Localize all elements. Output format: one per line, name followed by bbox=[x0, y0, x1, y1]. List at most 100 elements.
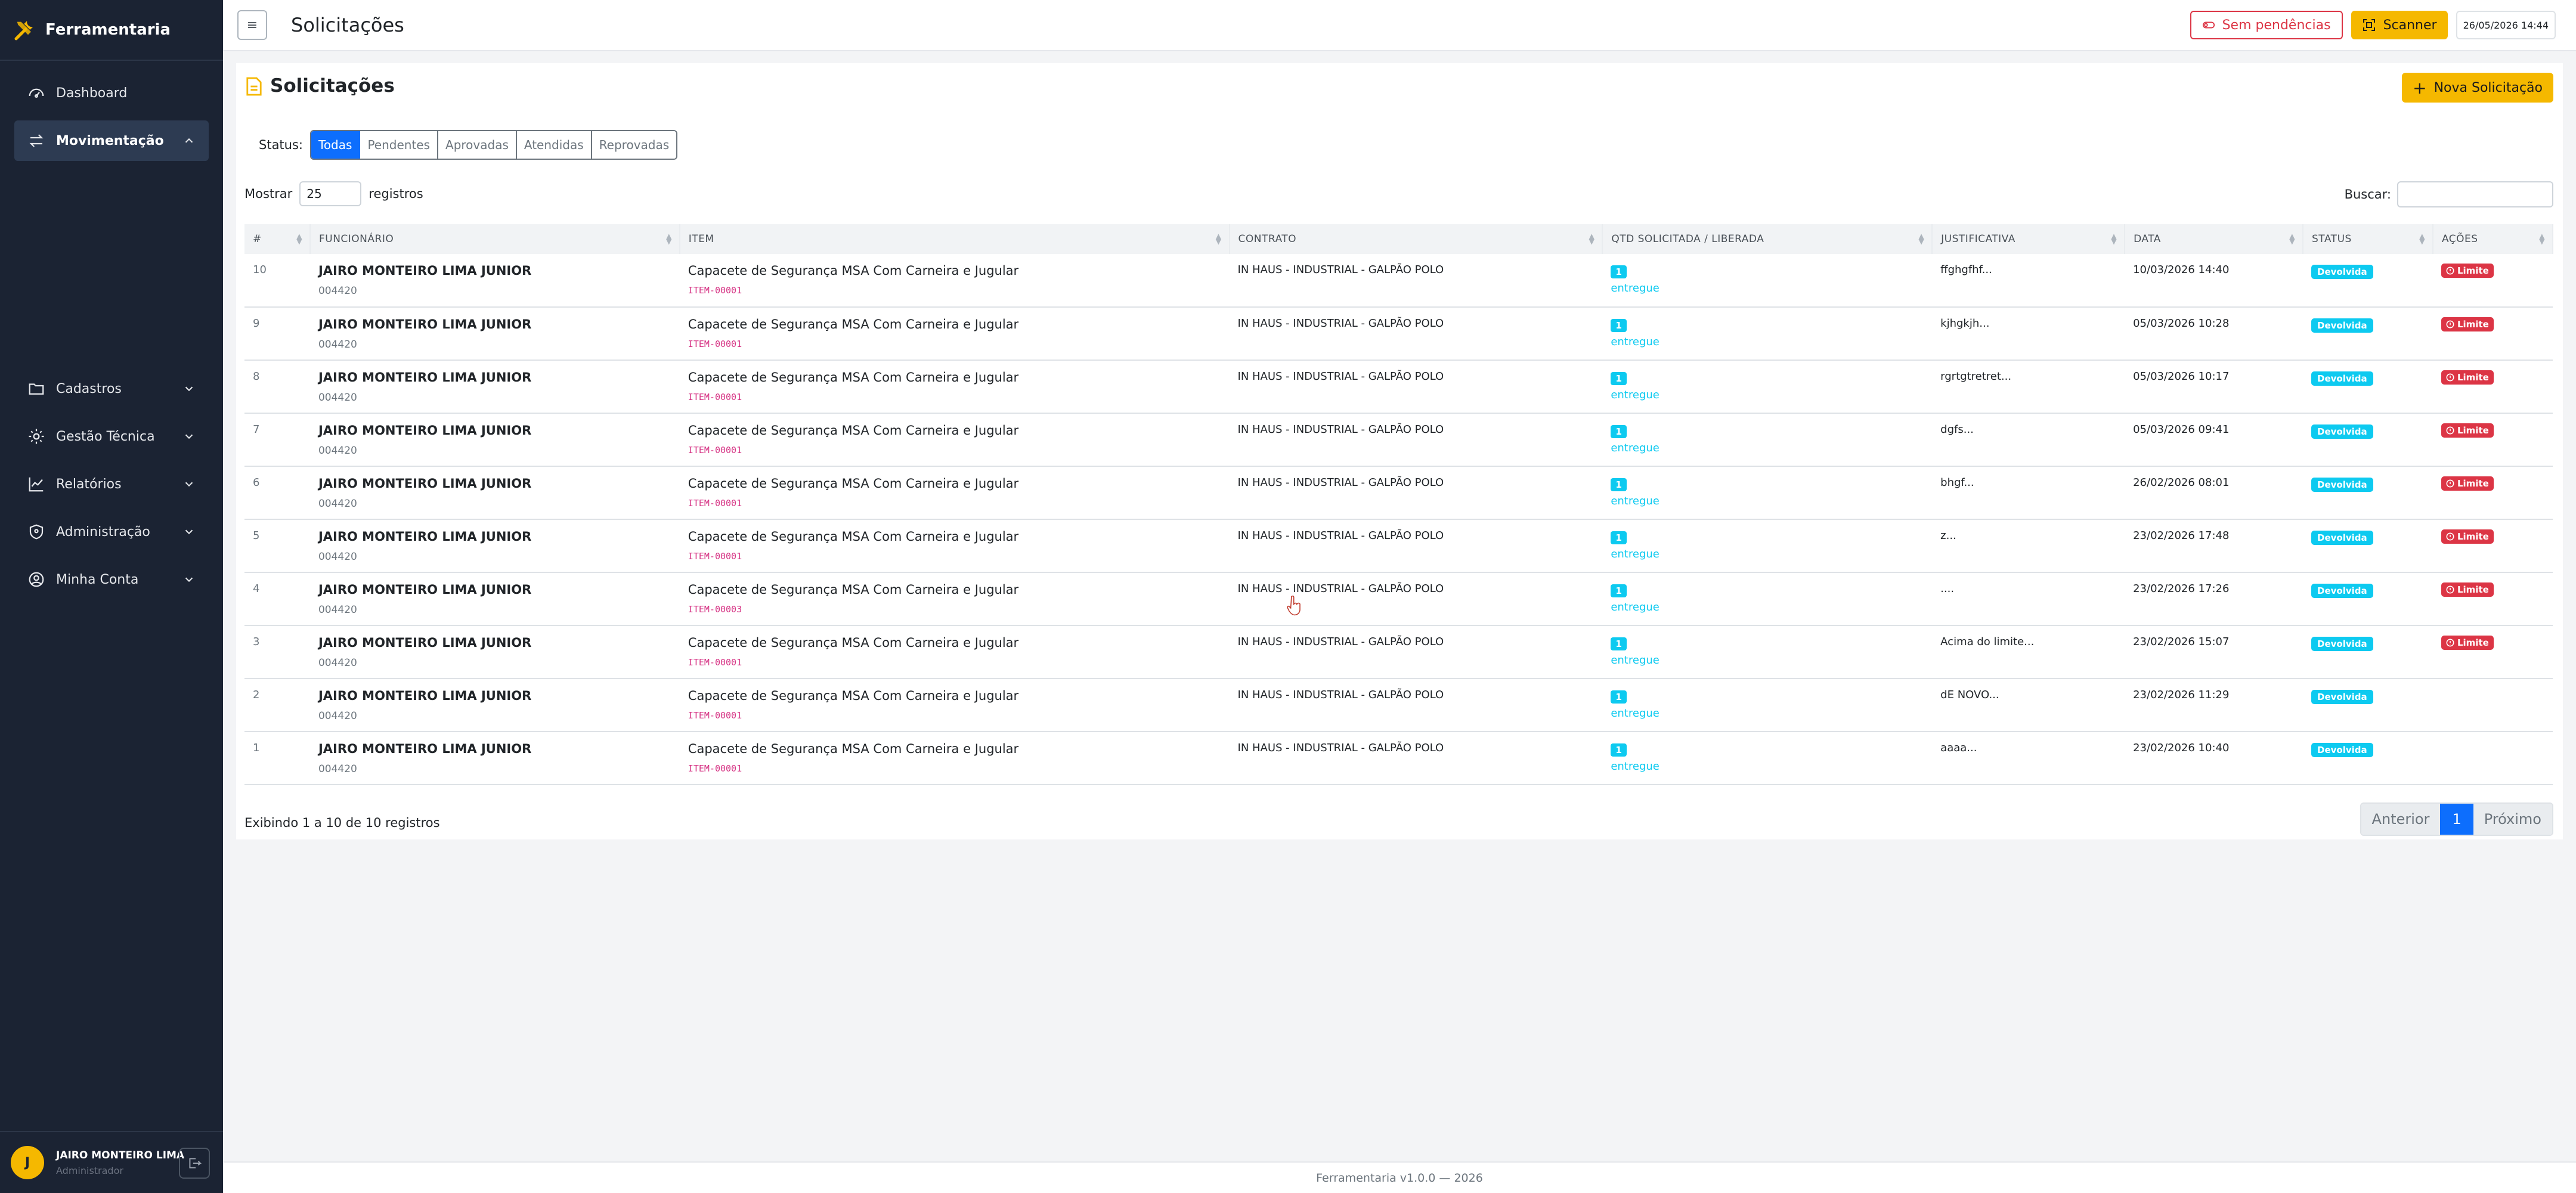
cell-status: Devolvida bbox=[2303, 678, 2433, 732]
cell-acoes: Limite bbox=[2433, 519, 2553, 572]
col-item[interactable]: ITEM ▲ ▼ bbox=[679, 224, 1230, 254]
table-body: 10 JAIRO MONTEIRO LIMA JUNIOR 004420 Capace… bbox=[244, 254, 2553, 785]
qty-status: entregue bbox=[1611, 495, 1659, 507]
sidebar-item-gestao-tecnica[interactable]: Gestão Técnica bbox=[14, 416, 209, 457]
sort-icon: ▲ ▼ bbox=[2539, 232, 2545, 246]
limit-badge[interactable]: Limite bbox=[2441, 476, 2494, 491]
table-row[interactable]: 2 JAIRO MONTEIRO LIMA JUNIOR 004420 Capacet… bbox=[244, 678, 2553, 732]
limit-label: Limite bbox=[2457, 584, 2489, 595]
table-row[interactable]: 5 JAIRO MONTEIRO LIMA JUNIOR 004420 Capacet… bbox=[244, 519, 2553, 572]
page-length: Mostrar 25 registros bbox=[244, 181, 423, 206]
col-contrato[interactable]: CONTRATO ▲ ▼ bbox=[1229, 224, 1603, 254]
employee-code: 004420 bbox=[318, 551, 357, 563]
pagination: Anterior 1 Próximo bbox=[2360, 802, 2553, 836]
chevron-down-icon bbox=[185, 577, 193, 582]
status-badge: Devolvida bbox=[2311, 584, 2373, 598]
limit-badge[interactable]: Limite bbox=[2441, 423, 2494, 438]
sidebar-item-label: Dashboard bbox=[56, 85, 128, 101]
cell-funcionario: JAIRO MONTEIRO LIMA JUNIOR 004420 bbox=[310, 360, 680, 413]
qr-scan-icon bbox=[2363, 19, 2375, 31]
item-name: Capacete de Segurança MSA Com Carneira e… bbox=[688, 529, 1019, 544]
filter-pendentes[interactable]: Pendentes bbox=[360, 131, 439, 159]
table-row[interactable]: 3 JAIRO MONTEIRO LIMA JUNIOR 004420 Capacet… bbox=[244, 625, 2553, 678]
sidebar-item-label: Relatórios bbox=[56, 476, 122, 492]
table-header-row: # ▲ ▼ FUNCIONÁRIO ▲ ▼ ITEM ▲ ▼ CONTRATO ▲ ▼ QTD … bbox=[244, 224, 2554, 254]
col-funcionario[interactable]: FUNCIONÁRIO ▲ ▼ bbox=[309, 224, 680, 254]
qty-status: entregue bbox=[1611, 760, 1659, 773]
hamburger-icon: ≡ bbox=[246, 17, 258, 33]
cell-status: Devolvida bbox=[2303, 413, 2433, 466]
cell-contrato: IN HAUS - INDUSTRIAL - GALPÃO POLO bbox=[1237, 636, 1444, 648]
qty-badge: 1 bbox=[1611, 743, 1627, 757]
item-code: ITEM-00001 bbox=[688, 445, 742, 455]
cell-funcionario: JAIRO MONTEIRO LIMA JUNIOR 004420 bbox=[310, 413, 680, 466]
cell-id: 5 bbox=[253, 529, 260, 542]
table-row[interactable]: 10 JAIRO MONTEIRO LIMA JUNIOR 004420 Capace… bbox=[244, 254, 2553, 307]
item-code: ITEM-00001 bbox=[688, 339, 742, 349]
sort-icon: ▲ ▼ bbox=[666, 232, 672, 246]
table-row[interactable]: 1 JAIRO MONTEIRO LIMA JUNIOR 004420 Capacet… bbox=[244, 732, 2553, 785]
page-length-select[interactable]: 25 bbox=[299, 181, 362, 206]
table-row[interactable]: 8 JAIRO MONTEIRO LIMA JUNIOR 004420 Capacet… bbox=[244, 360, 2553, 413]
sidebar-item-cadastros[interactable]: Cadastros bbox=[14, 368, 209, 409]
col-qtd[interactable]: QTD SOLICITADA / LIBERADA ▲ ▼ bbox=[1602, 224, 1933, 254]
chevron-down-icon bbox=[185, 434, 193, 439]
limit-badge[interactable]: Limite bbox=[2441, 636, 2494, 650]
sort-icon: ▲ ▼ bbox=[1918, 232, 1925, 246]
pagination-prev[interactable]: Anterior bbox=[2361, 804, 2441, 835]
filter-reprovadas[interactable]: Reprovadas bbox=[592, 131, 677, 159]
sidebar-item-dashboard[interactable]: Dashboard bbox=[14, 73, 209, 113]
employee-name: JAIRO MONTEIRO LIMA JUNIOR bbox=[318, 317, 532, 331]
pagination-next[interactable]: Próximo bbox=[2473, 804, 2552, 835]
table-row[interactable]: 7 JAIRO MONTEIRO LIMA JUNIOR 004420 Capacet… bbox=[244, 413, 2553, 466]
limit-label: Limite bbox=[2457, 265, 2489, 276]
sidebar-item-relatorios[interactable]: Relatórios bbox=[14, 464, 209, 504]
col-status[interactable]: STATUS ▲ ▼ bbox=[2303, 224, 2433, 254]
cell-acoes bbox=[2433, 678, 2553, 732]
sidebar-item-administracao[interactable]: Administração bbox=[14, 512, 209, 552]
sidebar-item-minha-conta[interactable]: Minha Conta bbox=[14, 559, 209, 600]
col-justificativa[interactable]: JUSTIFICATIVA ▲ ▼ bbox=[1932, 224, 2126, 254]
logout-button[interactable] bbox=[179, 1148, 210, 1179]
sidebar-item-movimentacao[interactable]: Movimentação bbox=[14, 120, 209, 161]
sidebar-nav-groups: Cadastros Gestão Técnica Relatórios Admi… bbox=[14, 368, 209, 607]
cell-item: Capacete de Segurança MSA Com Carneira e… bbox=[680, 413, 1230, 466]
status-badge: Devolvida bbox=[2311, 690, 2373, 704]
pagination-page[interactable]: 1 bbox=[2440, 804, 2473, 835]
cell-data: 23/02/2026 10:40 bbox=[2133, 742, 2230, 754]
limit-label: Limite bbox=[2457, 425, 2489, 436]
table-row[interactable]: 4 JAIRO MONTEIRO LIMA JUNIOR 004420 Capacet… bbox=[244, 572, 2553, 625]
sort-icon: ▲ ▼ bbox=[1589, 232, 1595, 246]
cell-qtd: 1 entregue bbox=[1602, 678, 1932, 732]
col-acoes[interactable]: AÇÕES ▲ ▼ bbox=[2432, 224, 2554, 254]
card-header: Solicitações + Nova Solicitação bbox=[236, 63, 2563, 112]
brand[interactable]: Ferramentaria bbox=[0, 0, 223, 61]
menu-toggle-button[interactable]: ≡ bbox=[237, 10, 267, 40]
table-row[interactable]: 6 JAIRO MONTEIRO LIMA JUNIOR 004420 Capacet… bbox=[244, 466, 2553, 519]
cell-status: Devolvida bbox=[2303, 360, 2433, 413]
limit-badge[interactable]: Limite bbox=[2441, 582, 2494, 597]
employee-name: JAIRO MONTEIRO LIMA JUNIOR bbox=[318, 689, 532, 703]
employee-name: JAIRO MONTEIRO LIMA JUNIOR bbox=[318, 423, 532, 438]
scanner-button[interactable]: Scanner bbox=[2351, 11, 2448, 39]
search-input[interactable] bbox=[2397, 181, 2553, 207]
col-data[interactable]: DATA ▲ ▼ bbox=[2125, 224, 2304, 254]
col-id[interactable]: # ▲ ▼ bbox=[244, 224, 311, 254]
cell-data: 05/03/2026 10:17 bbox=[2133, 370, 2230, 383]
table-row[interactable]: 9 JAIRO MONTEIRO LIMA JUNIOR 004420 Capacet… bbox=[244, 307, 2553, 360]
limit-badge[interactable]: Limite bbox=[2441, 317, 2494, 331]
limit-badge[interactable]: Limite bbox=[2441, 370, 2494, 385]
limit-badge[interactable]: Limite bbox=[2441, 529, 2494, 544]
pending-button[interactable]: Sem pendências bbox=[2190, 11, 2343, 39]
status-badge: Devolvida bbox=[2311, 265, 2373, 279]
filter-todas[interactable]: Todas bbox=[311, 131, 361, 159]
requests-table: # ▲ ▼ FUNCIONÁRIO ▲ ▼ ITEM ▲ ▼ CONTRATO ▲ ▼ QTD … bbox=[244, 224, 2554, 785]
new-request-button[interactable]: + Nova Solicitação bbox=[2402, 73, 2553, 103]
item-code: ITEM-00001 bbox=[688, 763, 742, 774]
cell-qtd: 1 entregue bbox=[1602, 625, 1932, 678]
filter-atendidas[interactable]: Atendidas bbox=[516, 131, 592, 159]
limit-badge[interactable]: Limite bbox=[2441, 264, 2494, 278]
cell-contrato: IN HAUS - INDUSTRIAL - GALPÃO POLO bbox=[1237, 742, 1444, 754]
employee-name: JAIRO MONTEIRO LIMA JUNIOR bbox=[318, 742, 532, 756]
filter-aprovadas[interactable]: Aprovadas bbox=[438, 131, 517, 159]
